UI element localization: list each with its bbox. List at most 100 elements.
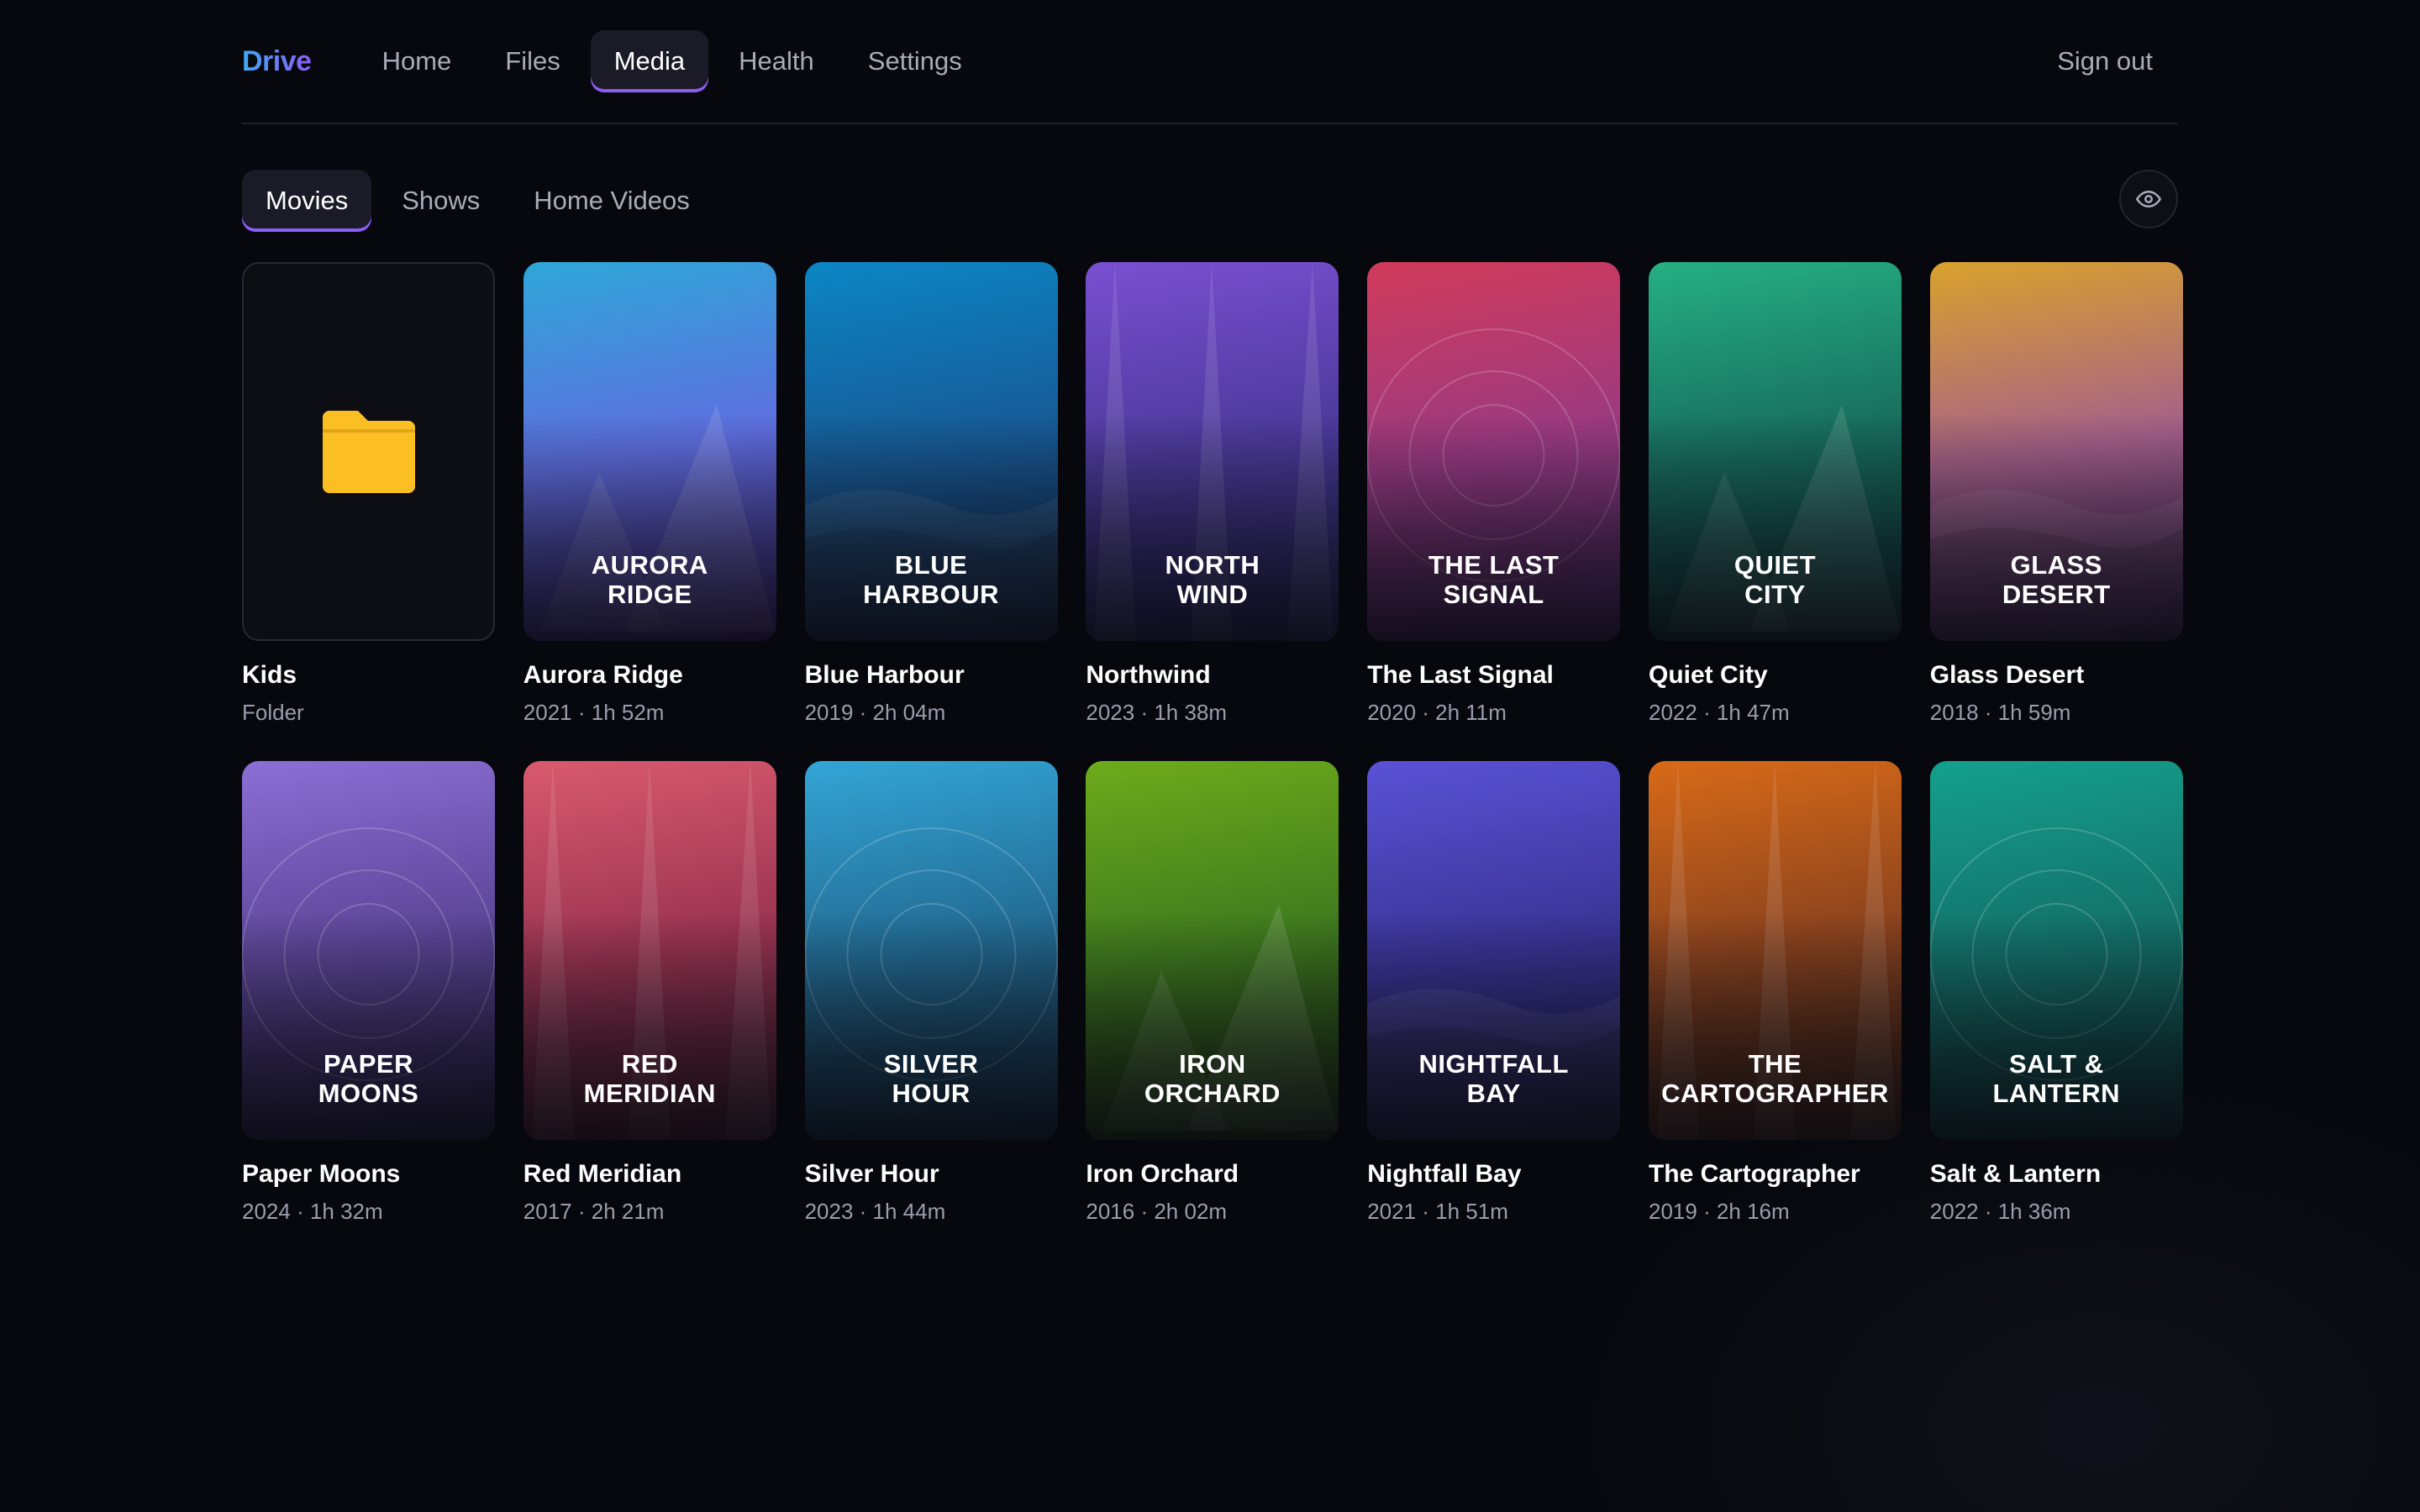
poster-title-line: NIGHTFALL (1418, 1049, 1569, 1079)
poster-title: THE LAST SIGNAL (1367, 550, 1620, 609)
card-title: Northwind (1086, 661, 1211, 689)
movie-card-the-last-signal[interactable]: THE LAST SIGNAL The Last Signal 2020 · 2h 1… (1367, 262, 1621, 726)
poster-title-line: WIND (1176, 580, 1249, 609)
poster-title: NORTH WIND (1086, 550, 1339, 609)
card-title: Glass Desert (1929, 661, 2085, 689)
eye-icon (2136, 191, 2161, 207)
movie-card-northwind[interactable]: NORTH WIND Northwind 2023 · 1h 38m (1086, 262, 1339, 726)
poster-title-line: HOUR (892, 1079, 971, 1108)
card-meta: 2021 · 1h 51m (1367, 1199, 1508, 1224)
card-meta: 2019 · 2h 04m (804, 700, 946, 725)
poster-title-line: QUIET (1733, 550, 1817, 580)
movie-poster[interactable]: PAPER MOONS (242, 761, 495, 1140)
movie-poster[interactable]: NORTH WIND (1086, 262, 1339, 641)
movie-poster[interactable]: NIGHTFALL BAY (1367, 761, 1621, 1140)
poster-title-line: RIDGE (607, 580, 692, 609)
poster-title-line: DESERT (2002, 580, 2111, 609)
poster-title-line: HARBOUR (863, 580, 1000, 609)
nav-item-settings[interactable]: Settings (844, 30, 986, 92)
poster-title-line: THE (1748, 1049, 1802, 1079)
card-meta: 2020 · 2h 11m (1367, 700, 1507, 725)
card-title: The Last Signal (1367, 661, 1554, 689)
card-meta: 2024 · 1h 32m (242, 1199, 383, 1224)
nav-item-health[interactable]: Health (715, 30, 838, 92)
folder-card-kids[interactable]: Kids Folder (242, 262, 495, 726)
movie-card-glass-desert[interactable]: GLASS DESERT Glass Desert 2018 · 1h 59m (1929, 262, 2183, 726)
poster-title-line: MOONS (318, 1079, 419, 1108)
movie-card-salt-lantern[interactable]: SALT & LANTERN Salt & Lantern 2022 · 1h 36m (1929, 761, 2183, 1225)
tab-movies[interactable]: Movies (242, 170, 372, 232)
card-meta: 2017 · 2h 21m (523, 1199, 665, 1224)
card-meta: 2022 · 1h 47m (1648, 700, 1790, 725)
poster-title: NIGHTFALL BAY (1367, 1049, 1620, 1108)
card-title: Blue Harbour (804, 661, 965, 689)
card-meta: 2021 · 1h 52m (523, 700, 665, 725)
poster-title-line: GLASS (2010, 550, 2102, 580)
poster-title-line: THE LAST (1428, 550, 1560, 580)
poster-title: RED MERIDIAN (523, 1049, 776, 1108)
movie-card-silver-hour[interactable]: SILVER HOUR Silver Hour 2023 · 1h 44m (804, 761, 1058, 1225)
media-page: Drive Home Files Media Health Settings S… (242, 0, 2183, 1224)
poster-title-line: RED (621, 1049, 678, 1079)
card-title: Red Meridian (523, 1160, 682, 1188)
poster-title-line: LANTERN (1992, 1079, 2121, 1108)
card-title: Paper Moons (242, 1160, 401, 1188)
tab-home-videos[interactable]: Home Videos (510, 170, 713, 232)
movie-poster[interactable]: RED MERIDIAN (523, 761, 776, 1140)
movie-card-aurora-ridge[interactable]: AURORA RIDGE Aurora Ridge 2021 · 1h 52m (523, 262, 776, 726)
card-title: The Cartographer (1648, 1160, 1860, 1188)
poster-title: PAPER MOONS (242, 1049, 495, 1108)
nav-item-files[interactable]: Files (481, 30, 583, 92)
movie-poster[interactable]: QUIET CITY (1648, 262, 1902, 641)
card-meta: 2018 · 1h 59m (1929, 700, 2071, 725)
poster-title: AURORA RIDGE (523, 550, 776, 609)
card-title: Salt & Lantern (1929, 1160, 2102, 1188)
poster-title-line: MERIDIAN (583, 1079, 716, 1108)
nav-item-media[interactable]: Media (590, 30, 709, 92)
media-category-tabs: Movies Shows Home Videos (242, 165, 2178, 237)
movie-card-blue-harbour[interactable]: BLUE HARBOUR Blue Harbour 2019 · 2h 04m (804, 262, 1058, 726)
movie-card-iron-orchard[interactable]: IRON ORCHARD Iron Orchard 2016 · 2h 02m (1086, 761, 1339, 1225)
poster-title: BLUE HARBOUR (805, 550, 1058, 609)
top-navigation: Drive Home Files Media Health Settings S… (242, 0, 2178, 124)
poster-title-line: IRON (1179, 1049, 1246, 1079)
poster-title: SILVER HOUR (805, 1049, 1058, 1108)
card-meta: 2016 · 2h 02m (1086, 1199, 1228, 1224)
poster-title-line: SIGNAL (1443, 580, 1544, 609)
card-title: Kids (242, 661, 297, 689)
movie-poster[interactable]: AURORA RIDGE (523, 262, 776, 641)
view-toggle-button[interactable] (2119, 170, 2178, 228)
media-grid: Kids Folder AURORA RIDGE Aurora Ridge 2021 … (242, 262, 2183, 1225)
card-title: Aurora Ridge (523, 661, 683, 689)
brand-logo[interactable]: Drive (242, 45, 312, 78)
movie-card-paper-moons[interactable]: PAPER MOONS Paper Moons 2024 · 1h 32m (242, 761, 495, 1225)
sign-out-button[interactable]: Sign out (2057, 46, 2153, 76)
tab-shows[interactable]: Shows (378, 170, 503, 232)
folder-tile[interactable] (242, 262, 495, 641)
poster-title-line: CITY (1744, 580, 1806, 609)
movie-poster[interactable]: IRON ORCHARD (1086, 761, 1339, 1140)
poster-title-line: BLUE (894, 550, 968, 580)
poster-title: THE CARTOGRAPHER (1649, 1049, 1902, 1108)
poster-title-line: SALT & (2008, 1049, 2104, 1079)
movie-card-nightfall-bay[interactable]: NIGHTFALL BAY Nightfall Bay 2021 · 1h 51m (1367, 761, 1621, 1225)
card-title: Iron Orchard (1086, 1160, 1239, 1188)
card-meta: 2023 · 1h 44m (804, 1199, 946, 1224)
movie-card-red-meridian[interactable]: RED MERIDIAN Red Meridian 2017 · 2h 21m (523, 761, 776, 1225)
poster-title-line: AURORA (591, 550, 708, 580)
nav-item-home[interactable]: Home (359, 30, 476, 92)
movie-poster[interactable]: SALT & LANTERN (1929, 761, 2183, 1140)
movie-poster[interactable]: THE CARTOGRAPHER (1648, 761, 1902, 1140)
folder-icon (322, 410, 415, 493)
movie-poster[interactable]: SILVER HOUR (804, 761, 1058, 1140)
poster-title-line: PAPER (323, 1049, 413, 1079)
card-meta: 2019 · 2h 16m (1648, 1199, 1790, 1224)
movie-poster[interactable]: GLASS DESERT (1929, 262, 2183, 641)
poster-title-line: SILVER (883, 1049, 979, 1079)
movie-poster[interactable]: BLUE HARBOUR (804, 262, 1058, 641)
card-title: Quiet City (1648, 661, 1768, 689)
movie-card-the-cartographer[interactable]: THE CARTOGRAPHER The Cartographer 2019 · 2h… (1648, 761, 1902, 1225)
movie-card-quiet-city[interactable]: QUIET CITY Quiet City 2022 · 1h 47m (1648, 262, 1902, 726)
movie-poster[interactable]: THE LAST SIGNAL (1367, 262, 1621, 641)
card-meta: 2022 · 1h 36m (1929, 1199, 2071, 1224)
